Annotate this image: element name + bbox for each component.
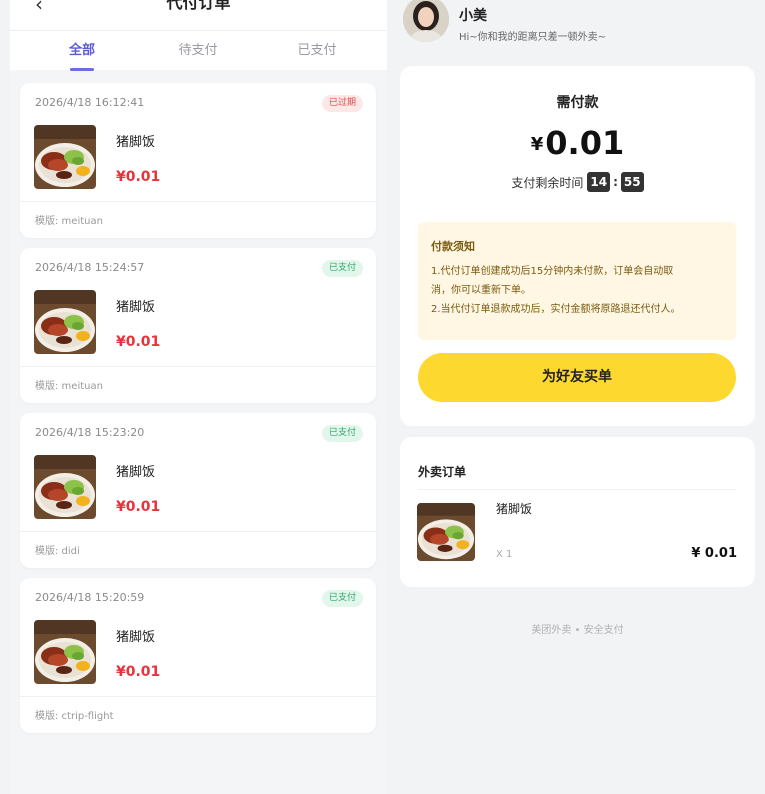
order-time: 2026/4/18 15:20:59 <box>35 591 145 604</box>
order-template: 模版: meituan <box>35 381 103 392</box>
notice-line: 消，你可以重新下单。 <box>431 285 531 296</box>
payment-panel: 小美 Hi~你和我的距离只差一顿外卖~ 需付款 ¥0.01 支付剩余时间 14:5… <box>390 0 765 794</box>
page-title: 代付订单 <box>166 0 231 12</box>
user-name: 小美 <box>459 8 487 24</box>
order-item-quantity: X 1 <box>496 549 513 560</box>
currency-symbol: ¥ <box>530 134 544 155</box>
food-thumbnail <box>417 503 475 561</box>
tab-paid[interactable]: 已支付 <box>257 39 377 58</box>
order-price: ¥0.01 <box>116 169 161 185</box>
status-badge: 已支付 <box>321 590 363 607</box>
order-price: ¥0.01 <box>116 664 161 680</box>
order-item-name: 猪脚饭 <box>116 630 156 645</box>
food-thumbnail <box>34 125 96 189</box>
notice-title: 付款须知 <box>431 240 475 253</box>
order-template: 模版: didi <box>35 546 80 557</box>
divider <box>20 201 376 202</box>
divider <box>20 696 376 697</box>
divider <box>20 531 376 532</box>
orders-panel: ‹ 代付订单 全部 待支付 已支付 2026/4/18 16:12:41 已过期… <box>10 0 387 794</box>
countdown-seconds: 55 <box>620 172 644 192</box>
payment-notice: 付款须知 1.代付订单创建成功后15分钟内未付款，订单会自动取 消，你可以重新下… <box>418 222 736 340</box>
payment-card: 需付款 ¥0.01 支付剩余时间 14:55 付款须知 1.代付订单创建成功后15… <box>400 66 755 426</box>
order-price: ¥0.01 <box>116 499 161 515</box>
food-thumbnail <box>34 290 96 354</box>
status-badge: 已支付 <box>321 260 363 277</box>
order-time: 2026/4/18 15:23:20 <box>35 426 145 439</box>
order-item-name: 猪脚饭 <box>496 502 533 516</box>
tab-pending[interactable]: 待支付 <box>138 39 258 58</box>
tab-bar: 全部 待支付 已支付 <box>10 30 387 71</box>
tab-active-indicator <box>70 68 94 71</box>
order-item-price: ¥ 0.01 <box>691 546 737 561</box>
order-card[interactable]: 2026/4/18 15:20:59 已支付 猪脚饭 ¥0.01 模版: ctr… <box>20 578 376 733</box>
status-badge: 已过期 <box>321 95 363 112</box>
countdown-minutes: 14 <box>587 172 611 192</box>
order-price: ¥0.01 <box>116 334 161 350</box>
countdown-separator: : <box>613 175 618 189</box>
divider <box>418 489 736 490</box>
order-summary-title: 外卖订单 <box>418 465 467 479</box>
countdown: 支付剩余时间 14:55 <box>400 172 755 192</box>
orders-header: ‹ 代付订单 全部 待支付 已支付 <box>10 0 387 71</box>
order-template: 模版: meituan <box>35 216 103 227</box>
pay-for-friend-button[interactable]: 为好友买单 <box>418 353 736 402</box>
notice-line: 2.当代付订单退款成功后，实付金额将原路退还代付人。 <box>431 304 681 315</box>
amount-display: ¥0.01 <box>400 124 755 162</box>
amount-label: 需付款 <box>556 95 599 111</box>
order-template: 模版: ctrip-flight <box>35 711 114 722</box>
order-item-name: 猪脚饭 <box>116 135 156 150</box>
notice-line: 1.代付订单创建成功后15分钟内未付款，订单会自动取 <box>431 266 674 277</box>
order-card[interactable]: 2026/4/18 15:24:57 已支付 猪脚饭 ¥0.01 模版: mei… <box>20 248 376 403</box>
order-time: 2026/4/18 16:12:41 <box>35 96 145 109</box>
divider <box>20 366 376 367</box>
tab-all[interactable]: 全部 <box>22 39 142 58</box>
avatar <box>403 0 449 42</box>
order-card[interactable]: 2026/4/18 16:12:41 已过期 猪脚饭 ¥0.01 模版: mei… <box>20 83 376 238</box>
countdown-label: 支付剩余时间 <box>511 175 584 190</box>
status-badge: 已支付 <box>321 425 363 442</box>
food-thumbnail <box>34 455 96 519</box>
order-time: 2026/4/18 15:24:57 <box>35 261 145 274</box>
user-subtitle: Hi~你和我的距离只差一顿外卖~ <box>459 32 607 43</box>
amount-value: 0.01 <box>545 124 625 162</box>
footer-note: 美团外卖 • 安全支付 <box>531 625 624 636</box>
order-item-name: 猪脚饭 <box>116 300 156 315</box>
order-card[interactable]: 2026/4/18 15:23:20 已支付 猪脚饭 ¥0.01 模版: did… <box>20 413 376 568</box>
order-summary-card: 外卖订单 猪脚饭 X 1 ¥ 0.01 <box>400 437 755 587</box>
food-thumbnail <box>34 620 96 684</box>
order-item-name: 猪脚饭 <box>116 465 156 480</box>
